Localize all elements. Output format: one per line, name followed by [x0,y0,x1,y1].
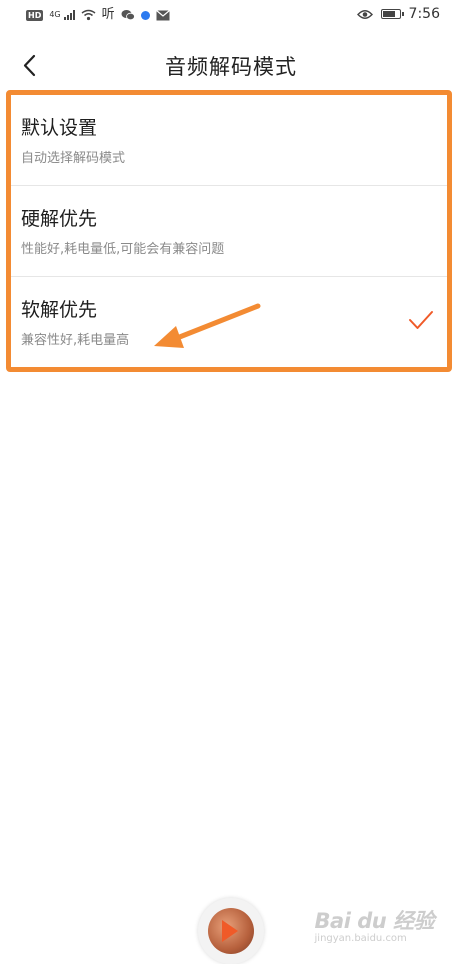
mail-icon [155,9,170,20]
status-time: 7:56 [408,6,440,22]
mini-player[interactable] [198,898,264,964]
check-icon [409,311,433,329]
status-bar: HD 4G 听 7:56 [0,0,462,34]
wifi-icon [81,9,96,21]
option-default[interactable]: 默认设置 自动选择解码模式 [10,95,452,186]
signal-icon [63,10,75,20]
play-icon [222,920,238,942]
option-title: 软解优先 [21,299,98,321]
decode-mode-list: 默认设置 自动选择解码模式 硬解优先 性能好,耗电量低,可能会有兼容问题 软解优… [10,95,452,368]
eye-icon [356,9,373,19]
option-subtitle: 性能好,耗电量低,可能会有兼容问题 [21,242,225,257]
battery-icon [380,9,404,19]
network-type: 4G [49,10,61,19]
option-title: 硬解优先 [21,208,98,230]
option-subtitle: 兼容性好,耗电量高 [21,333,130,348]
header: 音频解码模式 [0,40,462,90]
page-title: 音频解码模式 [165,55,297,79]
status-right: 7:56 [356,6,440,22]
option-hardware[interactable]: 硬解优先 性能好,耗电量低,可能会有兼容问题 [10,186,452,277]
status-left: HD 4G 听 [26,8,170,22]
app-notification-icon [140,10,150,20]
hd-badge: HD [26,9,44,21]
option-subtitle: 自动选择解码模式 [21,151,126,166]
option-software[interactable]: 软解优先 兼容性好,耗电量高 [10,277,452,368]
watermark-logo: Bai du 经验 [314,909,435,933]
listen-app-icon: 听 [101,7,115,22]
wechat-icon [121,10,135,21]
option-title: 默认设置 [21,117,98,139]
baidu-watermark: Bai du 经验 jingyan.baidu.com [314,905,435,944]
